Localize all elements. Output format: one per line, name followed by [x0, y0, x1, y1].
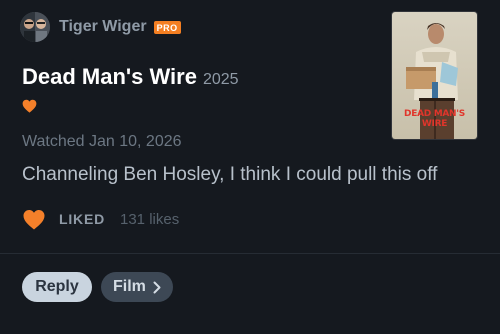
- heart-icon[interactable]: [22, 209, 46, 230]
- pro-badge: PRO: [153, 20, 181, 34]
- liked-label[interactable]: LIKED: [59, 211, 105, 227]
- film-heading: Dead Man's Wire 2025: [22, 64, 239, 90]
- like-section: LIKED 131 likes: [22, 207, 179, 231]
- film-title[interactable]: Dead Man's Wire: [22, 64, 197, 90]
- reply-button[interactable]: Reply: [22, 272, 92, 302]
- divider: [0, 253, 500, 254]
- film-year[interactable]: 2025: [203, 71, 239, 89]
- chevron-right-icon: [153, 281, 161, 293]
- username[interactable]: Tiger Wiger: [59, 18, 147, 36]
- avatar[interactable]: [20, 12, 50, 42]
- likes-count[interactable]: 131 likes: [120, 211, 179, 228]
- film-button[interactable]: Film: [101, 272, 173, 302]
- film-poster[interactable]: DEAD MAN'S WIRE: [392, 12, 477, 139]
- review-header: Tiger Wiger PRO: [20, 12, 181, 42]
- watched-date: Watched Jan 10, 2026: [22, 133, 182, 150]
- film-button-label: Film: [113, 278, 146, 295]
- reply-button-label: Reply: [35, 278, 79, 295]
- review-text: Channeling Ben Hosley, I think I could p…: [22, 164, 438, 185]
- poster-title: DEAD MAN'S WIRE: [404, 109, 465, 129]
- heart-icon: [22, 99, 37, 113]
